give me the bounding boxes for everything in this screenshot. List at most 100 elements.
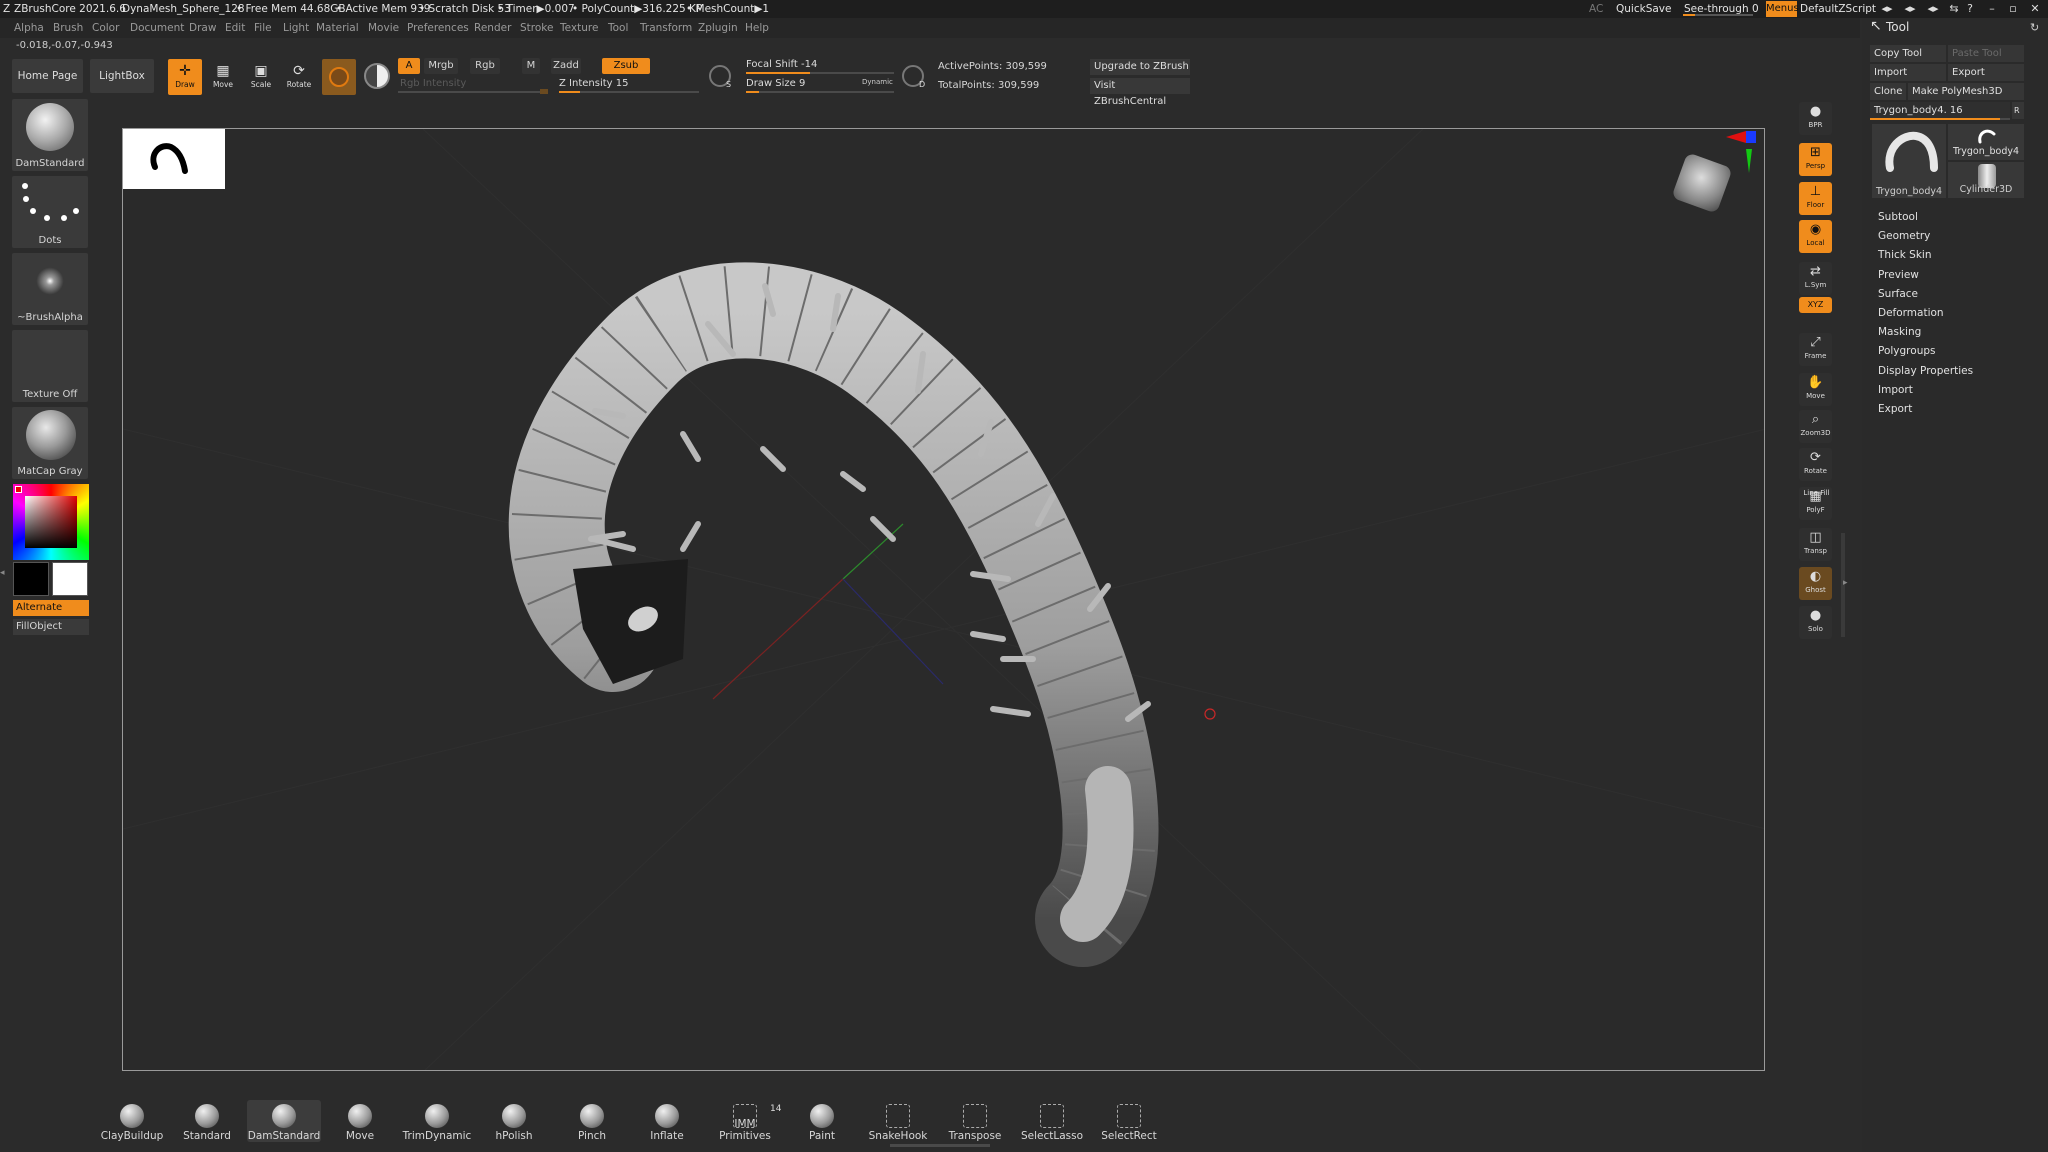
tool-section-geometry[interactable]: Geometry	[1878, 230, 1930, 242]
menu-zplugin[interactable]: Zplugin	[698, 22, 738, 34]
tool-section-export[interactable]: Export	[1878, 403, 1912, 415]
a-toggle-button[interactable]: A	[398, 58, 420, 74]
layout-icon[interactable]: ⇆	[1947, 2, 1961, 15]
minimize-icon[interactable]: –	[1985, 2, 1999, 15]
linefill-label[interactable]: Line Fill	[1800, 489, 1833, 497]
tool-section-subtool[interactable]: Subtool	[1878, 211, 1918, 223]
primary-color-swatch[interactable]	[13, 562, 49, 596]
menu-movie[interactable]: Movie	[368, 22, 399, 34]
mrgb-button[interactable]: Mrgb	[424, 58, 458, 74]
rotate-mode-button[interactable]: ⟳ Rotate	[282, 59, 316, 95]
shelf-collapse-arrow-icon[interactable]: ◂	[0, 568, 6, 582]
scale-mode-button[interactable]: ▣ Scale	[244, 59, 278, 95]
brush-transpose-button[interactable]: Transpose	[938, 1100, 1012, 1142]
xyz-button[interactable]: ✓XYZ	[1799, 297, 1832, 313]
clone-button[interactable]: Clone	[1870, 83, 1906, 100]
solo-button[interactable]: ● Solo	[1799, 606, 1832, 639]
brush-inflate-button[interactable]: Inflate	[630, 1100, 704, 1142]
fill-object-button[interactable]: FillObject	[13, 619, 89, 635]
saturation-square[interactable]	[25, 496, 77, 548]
material-sphere-toggle-icon[interactable]	[364, 63, 390, 89]
home-page-button[interactable]: Home Page	[12, 59, 83, 93]
transp-button[interactable]: ◫ Transp	[1799, 528, 1832, 561]
menu-texture[interactable]: Texture	[560, 22, 598, 34]
tool-thumbnail-cylinder[interactable]: Cylinder3D	[1948, 162, 2024, 198]
menu-light[interactable]: Light	[283, 22, 309, 34]
stroke-selector[interactable]: Dots	[12, 176, 88, 248]
tool-section-surface[interactable]: Surface	[1878, 288, 1918, 300]
brush-selectrect-button[interactable]: SelectRect	[1092, 1100, 1166, 1142]
tool-section-import[interactable]: Import	[1878, 384, 1913, 396]
menu-brush[interactable]: Brush	[53, 22, 83, 34]
menu-file[interactable]: File	[254, 22, 272, 34]
menu-transform[interactable]: Transform	[640, 22, 692, 34]
rotate-view-button[interactable]: ⟳ Rotate	[1799, 448, 1832, 481]
menu-tool[interactable]: Tool	[608, 22, 628, 34]
material-swatch-button[interactable]	[322, 59, 356, 95]
tool-thumbnail-main[interactable]: Trygon_body4	[1872, 124, 1946, 198]
floor-button[interactable]: ⊥ Floor	[1799, 182, 1832, 215]
menu-stroke[interactable]: Stroke	[520, 22, 553, 34]
help-icon[interactable]: ?	[1963, 2, 1977, 15]
brush-selector[interactable]: DamStandard	[12, 99, 88, 171]
material-selector[interactable]: MatCap Gray	[12, 407, 88, 479]
alternate-button[interactable]: Alternate	[13, 600, 89, 616]
menu-edit[interactable]: Edit	[225, 22, 245, 34]
zscript-button[interactable]: DefaultZScript	[1800, 3, 1876, 15]
palette-pin-icon[interactable]: ↖	[1870, 18, 1882, 34]
texture-selector[interactable]: Texture Off	[12, 330, 88, 402]
document-canvas[interactable]	[122, 128, 1765, 1071]
persp-button[interactable]: ⊞ Persp	[1799, 143, 1832, 176]
layout-arrows-icon[interactable]: ◂▸	[1903, 2, 1917, 15]
draw-size-slider[interactable]	[746, 91, 894, 93]
rgb-intensity-handle[interactable]	[540, 89, 548, 94]
visit-zbrushcentral-button[interactable]: Visit ZBrushCentral	[1090, 78, 1190, 107]
zsub-button[interactable]: Zsub	[602, 58, 650, 74]
export-button[interactable]: Export	[1948, 64, 2024, 81]
menus-button[interactable]: Menus	[1766, 1, 1799, 17]
brush-hpolish-button[interactable]: hPolish	[477, 1100, 551, 1142]
brush-claybuildup-button[interactable]: ClayBuildup	[95, 1100, 169, 1142]
copy-tool-button[interactable]: Copy Tool	[1870, 45, 1946, 62]
move-mode-button[interactable]: ▦ Move	[206, 59, 240, 95]
brush-selectlasso-button[interactable]: SelectLasso	[1015, 1100, 1089, 1142]
tool-count-slider[interactable]: Trygon_body4. 16	[1870, 102, 2010, 119]
brush-standard-button[interactable]: Standard	[170, 1100, 244, 1142]
layout-arrows-icon[interactable]: ◂▸	[1926, 2, 1940, 15]
tool-thumbnail-small[interactable]: Trygon_body4	[1948, 124, 2024, 160]
tool-section-polygroups[interactable]: Polygroups	[1878, 345, 1935, 357]
brush-damstandard-button[interactable]: DamStandard	[247, 1100, 321, 1142]
draw-mode-button[interactable]: ✛ Draw	[168, 59, 202, 95]
tool-section-deformation[interactable]: Deformation	[1878, 307, 1944, 319]
bpr-button[interactable]: ● BPR	[1799, 102, 1832, 135]
secondary-color-swatch[interactable]	[52, 562, 88, 596]
brush-trimdynamic-button[interactable]: TrimDynamic	[400, 1100, 474, 1142]
brush-paint-button[interactable]: Paint	[785, 1100, 859, 1142]
brush-imm-primitives-button[interactable]: IMM Primitives 14	[708, 1100, 782, 1142]
dynamic-toggle[interactable]: Dynamic	[862, 78, 893, 86]
alpha-selector[interactable]: ~BrushAlpha	[12, 253, 88, 325]
m-button[interactable]: M	[522, 58, 540, 74]
rgb-button[interactable]: Rgb	[470, 58, 500, 74]
close-icon[interactable]: ✕	[2028, 2, 2042, 15]
frame-button[interactable]: ⤢ Frame	[1799, 333, 1832, 366]
lsym-button[interactable]: ⇄ L.Sym	[1799, 262, 1832, 295]
layout-arrows-icon[interactable]: ◂▸	[1880, 2, 1894, 15]
zoom3d-button[interactable]: ⌕ Zoom3D	[1799, 410, 1832, 443]
tool-section-preview[interactable]: Preview	[1878, 269, 1919, 281]
upgrade-zbrush-button[interactable]: Upgrade to ZBrush	[1090, 59, 1190, 75]
tool-section-masking[interactable]: Masking	[1878, 326, 1921, 338]
slider-reset-badge[interactable]: R	[2012, 102, 2024, 119]
menu-preferences[interactable]: Preferences	[407, 22, 469, 34]
zadd-button[interactable]: Zadd	[551, 58, 581, 74]
menu-help[interactable]: Help	[745, 22, 769, 34]
tool-section-display-properties[interactable]: Display Properties	[1878, 365, 1973, 377]
local-button[interactable]: ◉ Local	[1799, 220, 1832, 253]
menu-color[interactable]: Color	[92, 22, 119, 34]
rgb-intensity-slider[interactable]	[398, 91, 548, 93]
menu-alpha[interactable]: Alpha	[14, 22, 44, 34]
import-button[interactable]: Import	[1870, 64, 1946, 81]
menu-material[interactable]: Material	[316, 22, 359, 34]
make-polymesh3d-button[interactable]: Make PolyMesh3D	[1908, 83, 2024, 100]
quicksave-button[interactable]: QuickSave	[1616, 3, 1671, 15]
